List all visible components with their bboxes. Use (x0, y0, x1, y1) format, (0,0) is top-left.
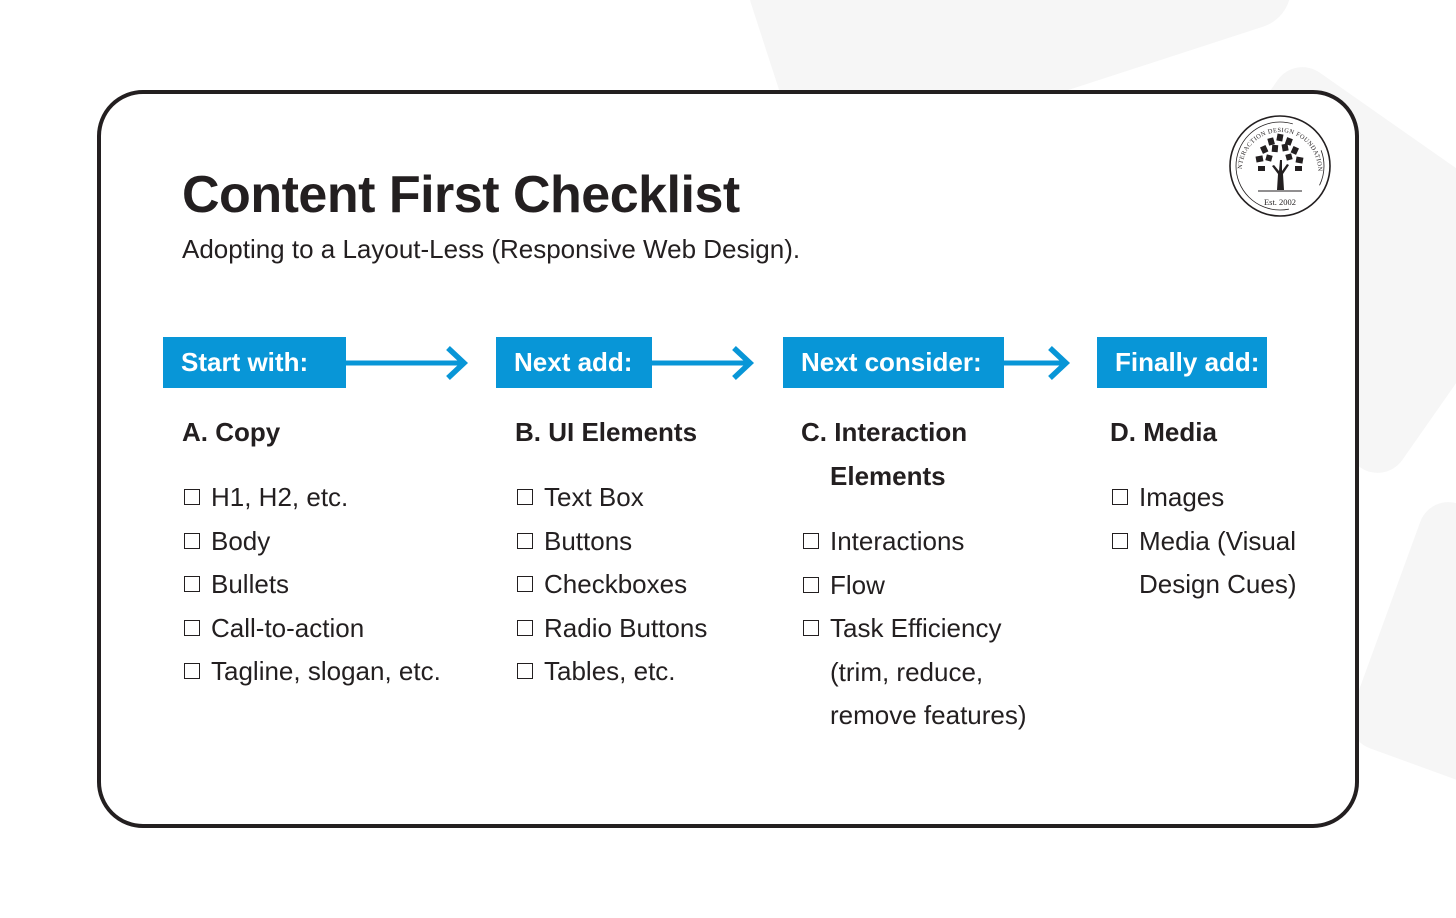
checklist-item: Flow (801, 564, 1051, 608)
column-heading: B. UI Elements (515, 417, 698, 447)
checklist-item: Bullets (182, 563, 472, 607)
checklist-item: Radio Buttons (515, 607, 775, 651)
checklist: H1, H2, etc. Body Bullets Call-to-action… (182, 476, 472, 694)
checkbox[interactable] (517, 576, 533, 592)
checklist: Images Media (Visual Design Cues) (1110, 476, 1310, 607)
checklist-item: Text Box (515, 476, 775, 520)
checkbox[interactable] (1112, 532, 1128, 549)
column-heading: A. Copy (182, 417, 281, 447)
checkbox[interactable] (1112, 489, 1128, 505)
checklist-item: Images (1110, 476, 1310, 520)
checklist-item: Call-to-action (182, 607, 472, 651)
stage-label-next-add: Next add: (496, 337, 652, 388)
logo-est-text: Est. 2002 (1264, 197, 1296, 207)
checkbox[interactable] (184, 489, 200, 505)
stage-label-next-consider: Next consider: (783, 337, 1004, 388)
checkbox[interactable] (184, 532, 200, 549)
checklist-item: Body (182, 520, 472, 564)
page-title: Content First Checklist (182, 166, 740, 224)
checkbox[interactable] (517, 619, 533, 636)
checkbox[interactable] (803, 620, 819, 636)
checklist: Interactions Flow Task Efficiency (trim,… (801, 520, 1051, 738)
arrow-right-icon (652, 345, 755, 381)
checkbox[interactable] (184, 663, 200, 679)
checklist-item: Interactions (801, 520, 1051, 564)
page-subtitle: Adopting to a Layout-Less (Responsive We… (182, 234, 801, 264)
arrow-right-icon (346, 345, 469, 381)
column-heading: D. Media (1110, 417, 1217, 447)
checklist-item: Task Efficiency (trim, reduce, remove fe… (801, 607, 1051, 738)
stage-label-start: Start with: (163, 337, 346, 388)
checkbox[interactable] (517, 532, 533, 549)
column-ui-elements: B. UI Elements Text Box Buttons Checkbox… (515, 410, 775, 694)
checklist-item: H1, H2, etc. (182, 476, 472, 520)
checkbox[interactable] (803, 533, 819, 549)
checklist-item: Buttons (515, 520, 775, 564)
checkbox[interactable] (803, 576, 819, 593)
checklist-item: Tagline, slogan, etc. (182, 650, 472, 694)
checklist-item: Checkboxes (515, 563, 775, 607)
arrow-right-icon (1004, 345, 1071, 381)
column-copy: A. Copy H1, H2, etc. Body Bullets Call-t… (182, 410, 472, 694)
checkbox[interactable] (517, 663, 533, 679)
checklist: Text Box Buttons Checkboxes Radio Button… (515, 476, 775, 694)
checkbox[interactable] (184, 576, 200, 592)
column-interaction-elements: C. Interaction Elements Interactions Flow… (801, 410, 1051, 738)
checkbox[interactable] (517, 489, 533, 505)
column-heading: C. Interaction Elements (801, 417, 968, 491)
column-media: D. Media Images Media (Visual Design Cue… (1110, 410, 1310, 607)
idf-logo: INTERACTION DESIGN FOUNDATION Est. 2002 (1228, 114, 1331, 217)
checklist-item: Media (Visual Design Cues) (1110, 520, 1310, 607)
checkbox[interactable] (184, 619, 200, 636)
stage-label-finally-add: Finally add: (1097, 337, 1267, 388)
checklist-item: Tables, etc. (515, 650, 775, 694)
